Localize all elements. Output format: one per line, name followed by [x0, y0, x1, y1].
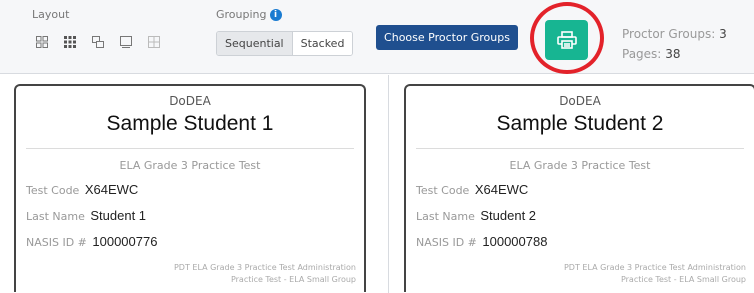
stacked-option[interactable]: Stacked	[291, 32, 353, 55]
nasis-id-value: 100000776	[92, 234, 158, 249]
last-name-value: Student 1	[90, 208, 147, 223]
grouping-label: Grouping	[216, 8, 267, 21]
nasis-id-field: NASIS ID # 100000788	[416, 234, 754, 250]
student-name: Sample Student 2	[496, 112, 664, 135]
student-card: DoDEA Sample Student 1 ELA Grade 3 Pract…	[14, 84, 366, 292]
nasis-id-label: NASIS ID #	[416, 236, 477, 249]
toolbar: Layout Grouping i Sequential Stacked Cho…	[0, 0, 754, 74]
grid-large-icon[interactable]	[60, 33, 80, 51]
card-divider	[416, 148, 744, 149]
proctor-groups-value: 3	[719, 27, 727, 41]
stats: Proctor Groups: 3 Pages: 38	[622, 24, 727, 64]
pages-value: 38	[665, 47, 681, 61]
choose-proctor-groups-button[interactable]: Choose Proctor Groups	[376, 25, 518, 50]
footer-line-1: PDT ELA Grade 3 Practice Test Administra…	[563, 263, 746, 272]
last-name-label: Last Name	[416, 210, 475, 223]
single-page-icon[interactable]	[116, 33, 136, 51]
test-code-field: Test Code X64EWC	[416, 182, 754, 198]
test-code-field: Test Code X64EWC	[26, 182, 364, 198]
last-name-label: Last Name	[26, 210, 85, 223]
test-code-label: Test Code	[416, 184, 470, 197]
layout-group: Layout	[32, 8, 164, 51]
nasis-id-label: NASIS ID #	[26, 236, 87, 249]
cards-icon[interactable]	[88, 33, 108, 51]
footer-line-2: Practice Test - ELA Small Group	[620, 275, 746, 284]
sequential-option[interactable]: Sequential	[217, 32, 292, 55]
layout-label: Layout	[32, 8, 70, 21]
grouping-toggle: Sequential Stacked	[216, 31, 354, 56]
last-name-value: Student 2	[480, 208, 537, 223]
test-code-value: X64EWC	[84, 182, 139, 197]
card-footer: PDT ELA Grade 3 Practice Test Administra…	[174, 262, 356, 286]
highlight-circle	[530, 2, 604, 74]
test-code-label: Test Code	[26, 184, 80, 197]
last-name-field: Last Name Student 2	[416, 208, 754, 224]
footer-line-1: PDT ELA Grade 3 Practice Test Administra…	[173, 263, 356, 272]
grouping-group: Grouping i Sequential Stacked	[216, 8, 354, 56]
student-card: DoDEA Sample Student 2 ELA Grade 3 Pract…	[404, 84, 754, 292]
test-name: ELA Grade 3 Practice Test	[119, 159, 261, 172]
last-name-field: Last Name Student 1	[26, 208, 364, 224]
column-divider	[388, 75, 389, 293]
card-divider	[26, 148, 354, 149]
info-icon[interactable]: i	[269, 9, 282, 21]
proctor-groups-label: Proctor Groups:	[622, 27, 716, 41]
org-name: DoDEA	[169, 94, 211, 108]
student-name: Sample Student 1	[106, 112, 274, 135]
grid-small-icon[interactable]	[32, 33, 52, 51]
org-name: DoDEA	[559, 94, 601, 108]
nasis-id-value: 100000788	[482, 234, 548, 249]
pages-label: Pages:	[622, 47, 662, 61]
footer-line-2: Practice Test - ELA Small Group	[230, 275, 356, 284]
card-footer: PDT ELA Grade 3 Practice Test Administra…	[564, 262, 746, 286]
table-icon[interactable]	[144, 33, 164, 51]
nasis-id-field: NASIS ID # 100000776	[26, 234, 364, 250]
test-code-value: X64EWC	[474, 182, 529, 197]
test-name: ELA Grade 3 Practice Test	[509, 159, 651, 172]
